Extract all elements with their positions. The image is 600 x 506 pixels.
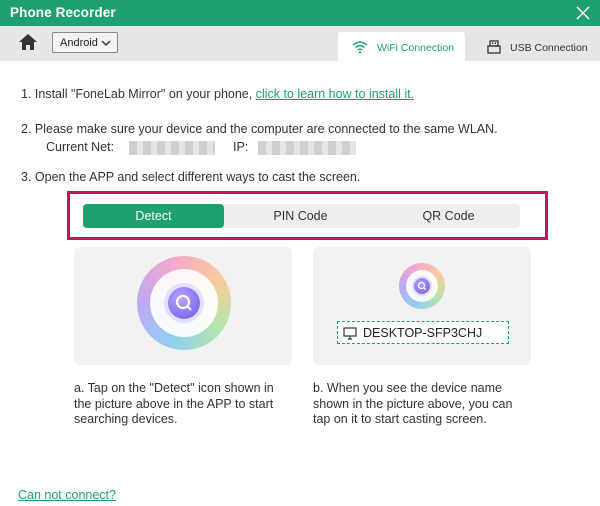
device-instruction: b. When you see the device name shown in… (313, 381, 513, 426)
toolbar: Android WiFi Connection USB Connection (0, 26, 600, 61)
tab-usb-label: USB Connection (510, 42, 588, 54)
tab-wifi-connection[interactable]: WiFi Connection (338, 32, 465, 61)
device-name-item[interactable]: DESKTOP-SFP3CHJ (337, 321, 509, 344)
current-net-value-redacted (129, 141, 215, 155)
mode-pin-code-button[interactable]: PIN Code (224, 204, 377, 228)
home-icon[interactable] (18, 33, 38, 51)
wifi-icon (352, 41, 368, 54)
title-bar: Phone Recorder (0, 0, 600, 26)
tab-usb-connection[interactable]: USB Connection (480, 32, 595, 61)
close-icon[interactable] (574, 4, 592, 22)
ip-label: IP: (233, 140, 249, 154)
platform-select[interactable]: Android (52, 32, 118, 53)
platform-select-value: Android (60, 37, 98, 49)
tab-wifi-label: WiFi Connection (377, 42, 455, 54)
window-title: Phone Recorder (10, 5, 116, 20)
detect-illustration-card (74, 247, 292, 365)
step-1-text: 1. Install "FoneLab Mirror" on your phon… (21, 87, 256, 101)
cannot-connect-link[interactable]: Can not connect? (18, 488, 116, 502)
device-illustration-card: DESKTOP-SFP3CHJ (313, 247, 531, 365)
install-guide-link[interactable]: click to learn how to install it. (256, 87, 414, 101)
device-name: DESKTOP-SFP3CHJ (363, 326, 483, 340)
detect-icon-small (414, 278, 430, 294)
detect-instruction: a. Tap on the "Detect" icon shown in the… (74, 381, 274, 426)
search-icon (176, 295, 192, 311)
step-1: 1. Install "FoneLab Mirror" on your phon… (21, 87, 414, 101)
detect-icon (168, 287, 200, 319)
monitor-icon (343, 327, 357, 340)
mode-selector: Detect PIN Code QR Code (83, 204, 520, 228)
step-3-text: 3. Open the APP and select different way… (21, 170, 361, 184)
current-net-label: Current Net: (46, 140, 115, 154)
step-2-text: 2. Please make sure your device and the … (21, 122, 498, 136)
chevron-down-icon (101, 40, 111, 47)
usb-icon (487, 40, 501, 54)
mode-qr-code-button[interactable]: QR Code (377, 204, 520, 228)
mode-detect-button[interactable]: Detect (83, 204, 224, 228)
search-icon (417, 281, 427, 291)
ip-value-redacted (258, 141, 356, 155)
